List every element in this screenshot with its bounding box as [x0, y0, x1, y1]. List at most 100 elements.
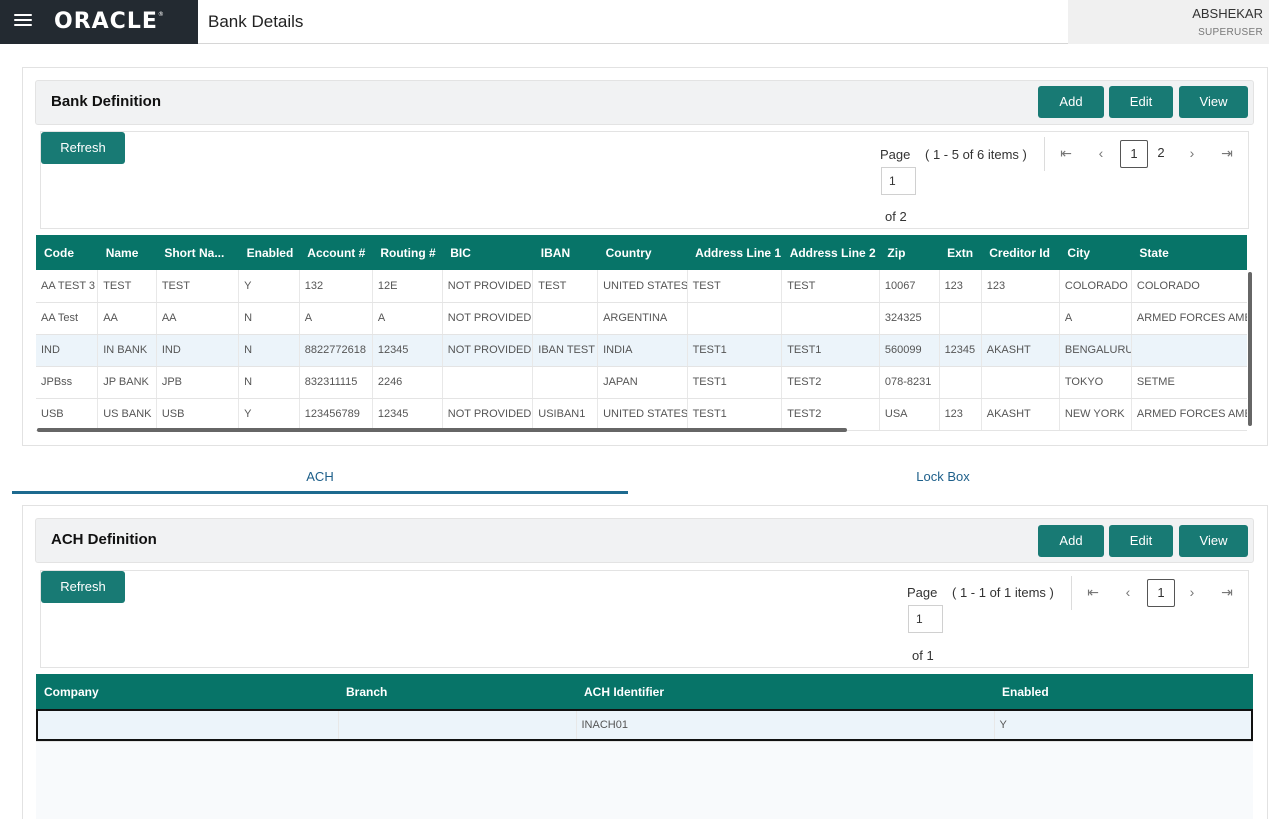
bank-table-header: Code Name Short Na... Enabled Account # … [36, 235, 1247, 270]
table-row-selected[interactable]: INACH01 Y [36, 709, 1253, 742]
table-cell: N [238, 302, 300, 335]
table-cell: SETME [1131, 366, 1247, 399]
column-header[interactable]: BIC [442, 235, 533, 270]
hamburger-menu-icon[interactable] [14, 14, 32, 28]
table-cell: 12345 [939, 334, 982, 367]
table-row[interactable]: USB US BANK USB Y 123456789 12345 NOT PROVIDED… [36, 398, 1247, 431]
table-cell: 078-8231 [879, 366, 940, 399]
table-cell: N [238, 334, 300, 367]
ach-page-1-button[interactable]: 1 [1147, 579, 1175, 607]
column-header[interactable]: Routing # [372, 235, 443, 270]
table-cell: ARGENTINA [597, 302, 688, 335]
column-header[interactable]: Branch [338, 674, 576, 709]
bank-first-page-icon[interactable]: ⇤ [1058, 145, 1074, 162]
table-row[interactable]: AA TEST 3 TEST TEST Y 132 12E NOT PROVIDED TEST… [36, 270, 1247, 303]
bank-add-button[interactable]: Add [1038, 86, 1104, 118]
table-row-selected[interactable]: IND IN BANK IND N 8822772618 12345 NOT PROVIDE… [36, 334, 1247, 367]
bank-edit-button[interactable]: Edit [1109, 86, 1173, 118]
bank-table-vertical-scrollbar[interactable] [1248, 272, 1252, 426]
table-cell: IN BANK [97, 334, 157, 367]
column-header[interactable]: Company [36, 674, 338, 709]
table-cell: A [1059, 302, 1132, 335]
tab-lock-box[interactable]: Lock Box [628, 469, 1258, 484]
bank-table-horizontal-scrollbar[interactable] [37, 428, 847, 432]
bank-refresh-button[interactable]: Refresh [41, 132, 125, 164]
ach-edit-button[interactable]: Edit [1109, 525, 1173, 557]
table-cell: COLORADO [1131, 270, 1247, 303]
ach-definition-title: ACH Definition [51, 531, 157, 548]
table-cell: AA [97, 302, 157, 335]
table-cell: TEST [156, 270, 240, 303]
table-cell [36, 709, 339, 742]
table-cell: US BANK [97, 398, 157, 431]
column-header[interactable]: Address Line 1 [687, 235, 782, 270]
table-cell [1131, 334, 1247, 367]
column-header[interactable]: City [1059, 235, 1132, 270]
oracle-logo: ORACLE® [54, 9, 165, 34]
ach-prev-page-icon[interactable]: ‹ [1120, 584, 1136, 600]
column-header[interactable]: Code [36, 235, 98, 270]
bank-prev-page-icon[interactable]: ‹ [1093, 145, 1109, 161]
column-header[interactable]: Extn [939, 235, 982, 270]
column-header[interactable]: Enabled [994, 674, 1253, 709]
table-cell: 10067 [879, 270, 940, 303]
page-title: Bank Details [208, 12, 304, 31]
column-header[interactable]: ACH Identifier [576, 674, 994, 709]
ach-view-button[interactable]: View [1179, 525, 1248, 557]
column-header[interactable]: State [1131, 235, 1247, 270]
bank-page-input[interactable]: 1 [881, 167, 916, 195]
table-cell: INACH01 [576, 709, 995, 742]
ach-refresh-button[interactable]: Refresh [41, 571, 125, 603]
column-header[interactable]: Account # [299, 235, 373, 270]
column-header[interactable]: Short Na... [156, 235, 239, 270]
table-row[interactable]: AA Test AA AA N A A NOT PROVIDED ARGENTINA 32432… [36, 302, 1247, 335]
bank-page-1-button[interactable]: 1 [1120, 140, 1148, 168]
column-header[interactable]: Country [597, 235, 688, 270]
ach-next-page-icon[interactable]: › [1184, 584, 1200, 600]
column-header[interactable]: Zip [879, 235, 940, 270]
table-row[interactable]: JPBss JP BANK JPB N 832311115 2246 JAPAN TEST1 T… [36, 366, 1247, 399]
table-cell: BENGALURU [1059, 334, 1132, 367]
table-cell: 12345 [372, 398, 443, 431]
table-cell: 560099 [879, 334, 940, 367]
table-cell: UNITED STATES [597, 270, 688, 303]
ach-add-button[interactable]: Add [1038, 525, 1104, 557]
column-header[interactable]: Address Line 2 [781, 235, 880, 270]
table-cell: AKASHT [981, 398, 1060, 431]
table-cell: TEST2 [781, 398, 880, 431]
table-cell: 123456789 [299, 398, 373, 431]
bank-last-page-icon[interactable]: ⇥ [1219, 145, 1235, 162]
ach-table-viewport: Company Branch ACH Identifier Enabled IN… [36, 674, 1253, 819]
bank-page-2-button[interactable]: 2 [1147, 140, 1175, 168]
tab-ach-underline [12, 491, 628, 494]
table-cell: ARMED FORCES AMERICANS [1131, 302, 1247, 335]
table-cell: 12E [372, 270, 443, 303]
user-name: ABSHEKAR [1192, 6, 1263, 21]
table-cell [939, 366, 982, 399]
ach-first-page-icon[interactable]: ⇤ [1085, 584, 1101, 601]
user-menu[interactable]: ABSHEKAR SUPERUSER [1068, 0, 1269, 44]
ach-page-input[interactable]: 1 [908, 605, 943, 633]
bank-page-label: Page [880, 147, 911, 162]
table-cell: IND [36, 334, 99, 367]
table-cell: TEST [687, 270, 783, 303]
table-cell: TEST1 [687, 366, 783, 399]
table-cell: USB [156, 398, 240, 431]
column-header[interactable]: Enabled [238, 235, 300, 270]
bank-table: Code Name Short Na... Enabled Account # … [36, 235, 1247, 431]
table-cell: 8822772618 [299, 334, 373, 367]
ach-last-page-icon[interactable]: ⇥ [1219, 584, 1235, 601]
table-cell: USIBAN1 [532, 398, 599, 431]
table-cell [687, 302, 783, 335]
table-cell: 324325 [879, 302, 940, 335]
table-cell: ARMED FORCES AMERICANS [1131, 398, 1247, 431]
bank-view-button[interactable]: View [1179, 86, 1248, 118]
column-header[interactable]: Creditor Id [981, 235, 1060, 270]
column-header[interactable]: IBAN [532, 235, 598, 270]
table-cell: TEST1 [781, 334, 880, 367]
tab-ach[interactable]: ACH [12, 469, 628, 484]
bank-next-page-icon[interactable]: › [1184, 145, 1200, 161]
table-cell: TEST [781, 270, 880, 303]
table-cell: USB [36, 398, 99, 431]
column-header[interactable]: Name [97, 235, 157, 270]
